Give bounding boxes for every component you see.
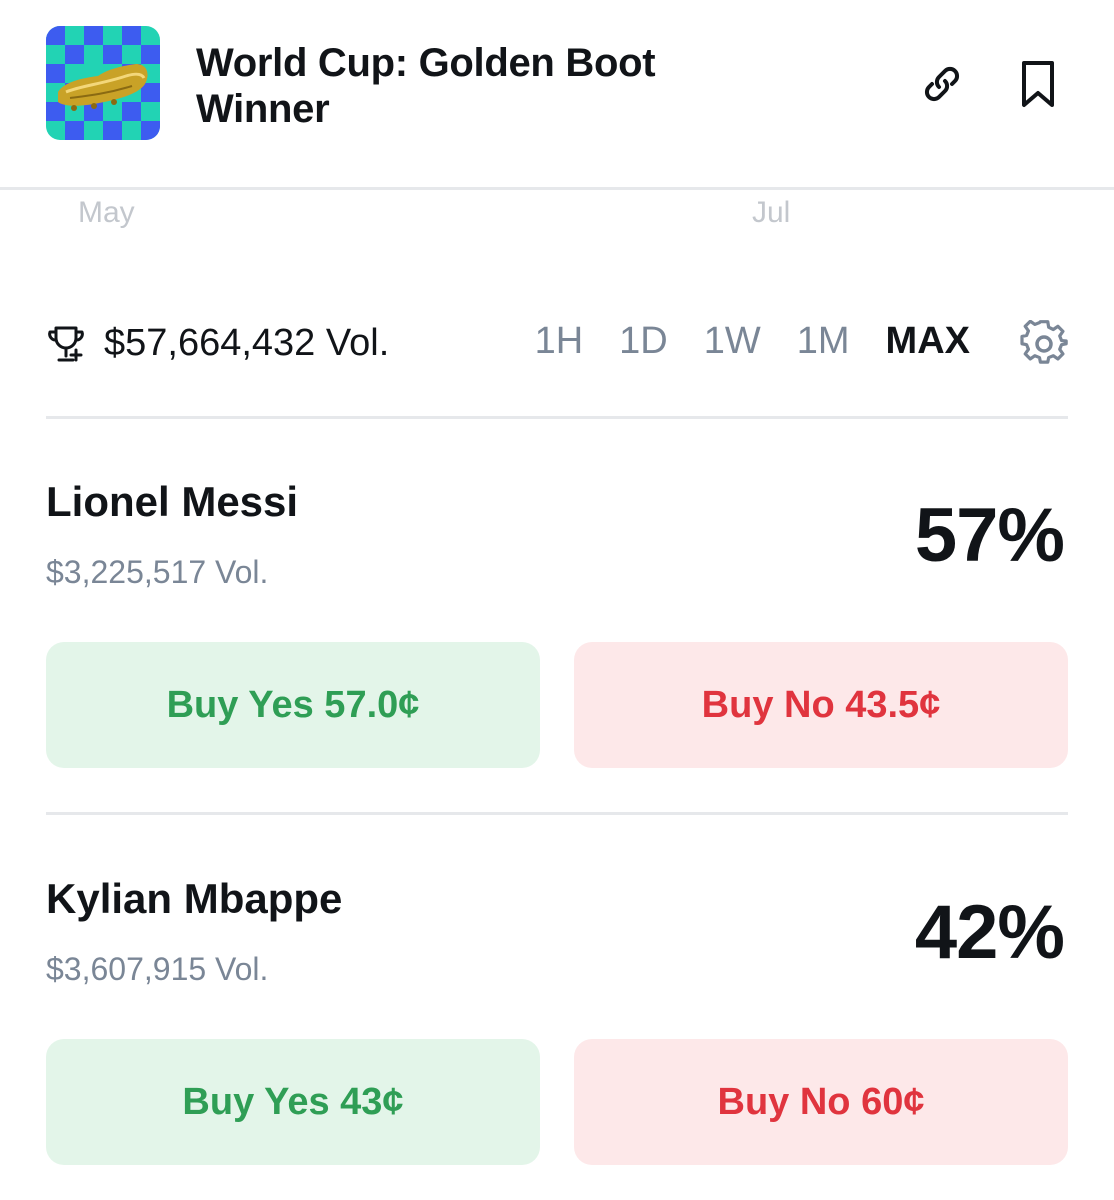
link-icon[interactable] <box>916 58 968 110</box>
buy-no-button[interactable]: Buy No 60¢ <box>574 1039 1068 1165</box>
outcome-volume: $3,607,915 Vol. <box>46 951 269 987</box>
outcome-name: Kylian Mbappe <box>46 875 343 922</box>
time-range-tabs: 1H 1D 1W 1M MAX <box>535 320 970 363</box>
outcome-percent: 42% <box>914 890 1065 975</box>
outcome-volume: $3,225,517 Vol. <box>46 554 269 590</box>
range-1h[interactable]: 1H <box>535 320 584 363</box>
total-volume: $57,664,432 Vol. <box>104 322 390 364</box>
range-1d[interactable]: 1D <box>619 320 668 363</box>
range-max[interactable]: MAX <box>886 320 970 363</box>
chart-x-label: Jul <box>752 196 791 229</box>
outcome-percent: 57% <box>914 493 1065 578</box>
buy-yes-button[interactable]: Buy Yes 43¢ <box>46 1039 540 1165</box>
divider <box>46 416 1068 419</box>
range-1m[interactable]: 1M <box>797 320 850 363</box>
market-title: World Cup: Golden Boot Winner <box>196 41 656 131</box>
divider <box>46 812 1068 815</box>
golden-boot-image <box>46 26 160 140</box>
gear-icon[interactable] <box>1020 319 1068 368</box>
outcome-row: Lionel Messi $3,225,517 Vol. 57% Buy Yes… <box>46 478 1068 778</box>
bookmark-icon[interactable] <box>1012 58 1064 110</box>
outcome-row: Kylian Mbappe $3,607,915 Vol. 42% Buy Ye… <box>46 875 1068 1175</box>
buy-yes-button[interactable]: Buy Yes 57.0¢ <box>46 642 540 768</box>
volume-range-row: $57,664,432 Vol. 1H 1D 1W 1M MAX <box>46 310 1068 376</box>
chart-x-label: May <box>78 196 135 229</box>
market-header: World Cup: Golden Boot Winner <box>0 0 1114 190</box>
range-1w[interactable]: 1W <box>704 320 761 363</box>
outcome-name: Lionel Messi <box>46 478 299 525</box>
buy-no-button[interactable]: Buy No 43.5¢ <box>574 642 1068 768</box>
trophy-icon <box>46 324 86 364</box>
